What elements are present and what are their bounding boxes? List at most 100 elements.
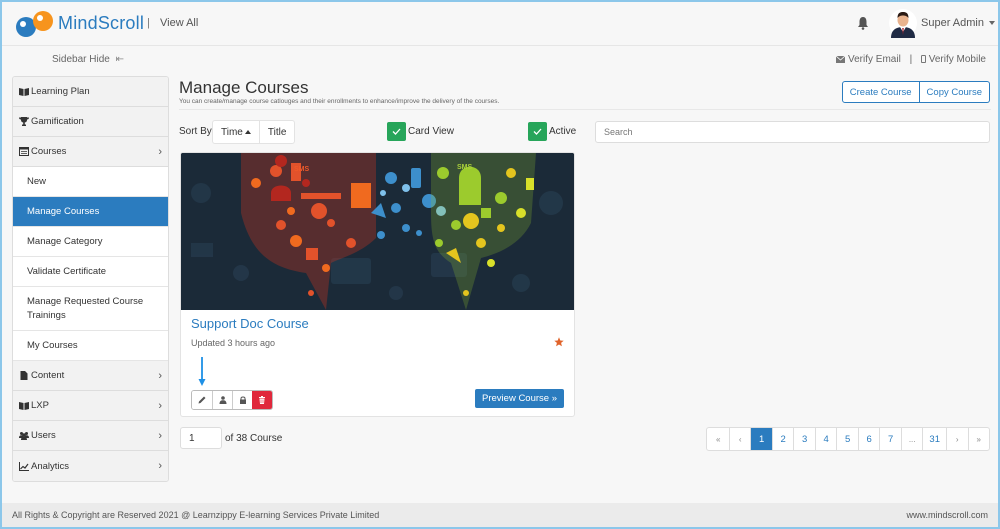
page-ellipsis: ... (900, 428, 923, 450)
user-menu[interactable]: Super Admin (921, 17, 995, 29)
page-button-4[interactable]: 4 (814, 428, 837, 450)
header-separator: | (147, 17, 150, 29)
edit-course-button[interactable] (192, 391, 212, 409)
preview-course-button[interactable]: Preview Course » (475, 389, 564, 408)
envelope-icon (835, 55, 846, 63)
page-button-6[interactable]: 6 (857, 428, 880, 450)
course-title-link[interactable]: Support Doc Course (191, 316, 309, 331)
pencil-icon (198, 396, 206, 404)
previous-page-button[interactable]: ‹ (728, 428, 751, 450)
page-button-5[interactable]: 5 (836, 428, 858, 450)
sort-ascending-icon (244, 130, 251, 134)
bell-icon[interactable] (857, 16, 869, 30)
sidebar-item-label: LXP (31, 400, 49, 411)
active-label: Active (549, 126, 577, 137)
sidebar: Learning Plan Gamification Courses › New… (12, 76, 169, 482)
page-title: Manage Courses (179, 78, 309, 97)
course-thumbnail-image[interactable]: SMS SMS (181, 153, 574, 310)
page-button-3[interactable]: 3 (793, 428, 815, 450)
page-button-31[interactable]: 31 (922, 428, 946, 450)
chevron-right-icon: › (158, 430, 162, 442)
chevron-right-icon: › (158, 400, 162, 412)
line-chart-icon (19, 461, 29, 471)
sidebar-item-content[interactable]: Content › (13, 361, 168, 391)
top-navbar: MindScroll | View All Super Admin (2, 2, 998, 46)
page-number-input[interactable] (180, 427, 222, 449)
annotation-arrow-icon (198, 357, 206, 386)
website-link[interactable]: www.mindscroll.com (906, 510, 988, 520)
sidebar-item-lxp[interactable]: LXP › (13, 391, 168, 421)
brand-name[interactable]: MindScroll (58, 13, 144, 34)
sidebar-hide-toggle[interactable]: Sidebar Hide ⇤ (52, 54, 124, 65)
total-courses-text: of 38 Course (225, 433, 283, 444)
last-page-button[interactable]: » (967, 428, 990, 450)
first-page-button[interactable]: « (707, 428, 729, 450)
sidebar-item-label: Gamification (31, 116, 84, 127)
course-users-button[interactable] (212, 391, 232, 409)
verify-links: Verify Email | Verify Mobile (835, 54, 986, 65)
sidebar-subitem-my-courses[interactable]: My Courses (13, 331, 168, 361)
sidebar-item-users[interactable]: Users › (13, 421, 168, 451)
svg-text:SMS: SMS (457, 164, 473, 171)
checkmark-icon (528, 122, 547, 141)
verify-mobile-link[interactable]: Verify Mobile (929, 54, 986, 65)
header-divider (179, 109, 991, 110)
delete-course-button[interactable] (252, 391, 272, 409)
sidebar-hide-label: Sidebar Hide (52, 54, 110, 65)
sidebar-item-label: Learning Plan (31, 86, 90, 97)
card-view-label: Card View (408, 126, 454, 137)
checkmark-icon (387, 122, 406, 141)
pagination: « ‹ 1 2 3 4 5 6 7 ... 31 › » (706, 427, 990, 451)
sort-by-label: Sort By (179, 126, 212, 137)
mindscroll-logo-icon[interactable] (14, 10, 56, 38)
book-open-icon (19, 88, 29, 96)
active-checkbox[interactable]: Active (528, 122, 576, 141)
page-button-1[interactable]: 1 (750, 428, 772, 450)
sidebar-subitem-manage-courses[interactable]: Manage Courses (13, 197, 168, 227)
course-actions-group: Create Course Copy Course (841, 81, 990, 103)
sort-by-time-button[interactable]: Time (213, 121, 259, 143)
sort-by-title-button[interactable]: Title (258, 121, 295, 143)
sidebar-item-label: Courses (31, 146, 67, 157)
list-alt-icon (19, 147, 29, 156)
mobile-phone-icon (920, 55, 926, 63)
verify-email-link[interactable]: Verify Email (848, 54, 901, 65)
sidebar-subitem-new[interactable]: New (13, 167, 168, 197)
star-icon[interactable] (554, 337, 564, 347)
course-lock-button[interactable] (232, 391, 252, 409)
sidebar-item-courses[interactable]: Courses › (13, 137, 168, 167)
users-icon (19, 432, 29, 440)
caret-down-icon (988, 21, 995, 26)
create-course-button[interactable]: Create Course (841, 81, 920, 103)
lock-icon (239, 396, 246, 404)
copy-course-button[interactable]: Copy Course (919, 81, 990, 103)
page-button-7[interactable]: 7 (879, 428, 901, 450)
course-action-buttons (191, 390, 273, 410)
footer: All Rights & Copyright are Reserved 2021… (2, 503, 998, 527)
course-card: SMS SMS Support Doc Course Updated 3 hou… (180, 152, 575, 417)
search-input[interactable] (595, 121, 990, 143)
sidebar-item-analytics[interactable]: Analytics › (13, 451, 168, 481)
verify-separator: | (909, 54, 913, 65)
chevron-right-icon: › (158, 460, 162, 472)
chevron-right-icon: › (158, 370, 162, 382)
sidebar-subitem-validate-certificate[interactable]: Validate Certificate (13, 257, 168, 287)
sidebar-subitem-manage-requested-course-trainings[interactable]: Manage Requested Course Trainings (13, 287, 168, 331)
sidebar-item-label: Users (31, 430, 56, 441)
view-all-link[interactable]: View All (160, 17, 198, 29)
sort-options: Time Title (212, 120, 296, 144)
sidebar-item-label: Analytics (31, 460, 70, 472)
next-page-button[interactable]: › (946, 428, 968, 450)
trash-icon (259, 396, 265, 404)
sidebar-item-gamification[interactable]: Gamification (13, 107, 168, 137)
book-open-icon (19, 402, 29, 410)
collapse-left-icon: ⇤ (115, 54, 124, 65)
card-view-checkbox[interactable]: Card View (387, 122, 454, 141)
sidebar-item-learning-plan[interactable]: Learning Plan (13, 77, 168, 107)
user-avatar-icon[interactable] (889, 8, 917, 38)
file-icon (20, 371, 28, 380)
sidebar-subitem-manage-category[interactable]: Manage Category (13, 227, 168, 257)
user-name: Super Admin (921, 17, 984, 29)
page-button-2[interactable]: 2 (771, 428, 794, 450)
sub-bar: Sidebar Hide ⇤ Verify Email | Verify Mob… (2, 47, 998, 71)
